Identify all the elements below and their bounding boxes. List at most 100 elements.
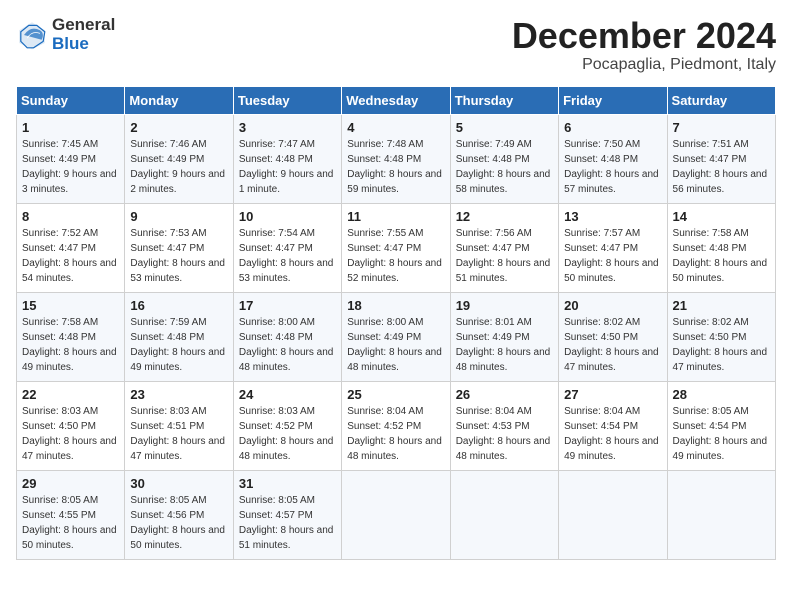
day-number: 5: [456, 120, 553, 135]
day-detail: Sunrise: 7:45 AMSunset: 4:49 PMDaylight:…: [22, 137, 119, 197]
day-number: 22: [22, 387, 119, 402]
day-detail: Sunrise: 8:04 AMSunset: 4:53 PMDaylight:…: [456, 404, 553, 464]
calendar-body: 1 Sunrise: 7:45 AMSunset: 4:49 PMDaylight…: [17, 114, 776, 559]
day-number: 8: [22, 209, 119, 224]
day-number: 1: [22, 120, 119, 135]
day-number: 4: [347, 120, 444, 135]
calendar-cell: 26 Sunrise: 8:04 AMSunset: 4:53 PMDayligh…: [450, 381, 558, 470]
day-detail: Sunrise: 7:50 AMSunset: 4:48 PMDaylight:…: [564, 137, 661, 197]
day-detail: Sunrise: 7:55 AMSunset: 4:47 PMDaylight:…: [347, 226, 444, 286]
day-number: 11: [347, 209, 444, 224]
calendar-cell: [667, 470, 775, 559]
calendar-cell: 7Sunrise: 7:51 AMSunset: 4:47 PMDaylight…: [667, 114, 775, 203]
day-detail: Sunrise: 7:59 AMSunset: 4:48 PMDaylight:…: [130, 315, 227, 375]
calendar-cell: 31Sunrise: 8:05 AMSunset: 4:57 PMDayligh…: [233, 470, 341, 559]
calendar-cell: 21Sunrise: 8:02 AMSunset: 4:50 PMDayligh…: [667, 292, 775, 381]
calendar-cell: 28 Sunrise: 8:05 AMSunset: 4:54 PMDayligh…: [667, 381, 775, 470]
day-detail: Sunrise: 7:48 AMSunset: 4:48 PMDaylight:…: [347, 137, 444, 197]
day-number: 24: [239, 387, 336, 402]
calendar-week-row: 22 Sunrise: 8:03 AMSunset: 4:50 PMDayligh…: [17, 381, 776, 470]
calendar-cell: 16 Sunrise: 7:59 AMSunset: 4:48 PMDayligh…: [125, 292, 233, 381]
day-detail: Sunrise: 7:52 AMSunset: 4:47 PMDaylight:…: [22, 226, 119, 286]
location-subtitle: Pocapaglia, Piedmont, Italy: [512, 56, 776, 74]
calendar-cell: 3Sunrise: 7:47 AMSunset: 4:48 PMDaylight…: [233, 114, 341, 203]
day-detail: Sunrise: 8:03 AMSunset: 4:52 PMDaylight:…: [239, 404, 336, 464]
day-number: 26: [456, 387, 553, 402]
calendar-cell: 6 Sunrise: 7:50 AMSunset: 4:48 PMDaylight…: [559, 114, 667, 203]
day-number: 18: [347, 298, 444, 313]
calendar-cell: 5Sunrise: 7:49 AMSunset: 4:48 PMDaylight…: [450, 114, 558, 203]
day-detail: Sunrise: 7:53 AMSunset: 4:47 PMDaylight:…: [130, 226, 227, 286]
page-header: General Blue December 2024 Pocapaglia, P…: [16, 16, 776, 74]
calendar-cell: 13 Sunrise: 7:57 AMSunset: 4:47 PMDayligh…: [559, 203, 667, 292]
calendar-cell: 23 Sunrise: 8:03 AMSunset: 4:51 PMDayligh…: [125, 381, 233, 470]
day-number: 23: [130, 387, 227, 402]
calendar-cell: 19Sunrise: 8:01 AMSunset: 4:49 PMDayligh…: [450, 292, 558, 381]
day-number: 13: [564, 209, 661, 224]
calendar-week-row: 1 Sunrise: 7:45 AMSunset: 4:49 PMDaylight…: [17, 114, 776, 203]
calendar-cell: 18 Sunrise: 8:00 AMSunset: 4:49 PMDayligh…: [342, 292, 450, 381]
calendar-cell: 15 Sunrise: 7:58 AMSunset: 4:48 PMDayligh…: [17, 292, 125, 381]
day-number: 25: [347, 387, 444, 402]
day-detail: Sunrise: 7:56 AMSunset: 4:47 PMDaylight:…: [456, 226, 553, 286]
weekday-header-monday: Monday: [125, 86, 233, 114]
day-number: 15: [22, 298, 119, 313]
day-detail: Sunrise: 8:02 AMSunset: 4:50 PMDaylight:…: [564, 315, 661, 375]
day-detail: Sunrise: 7:58 AMSunset: 4:48 PMDaylight:…: [673, 226, 770, 286]
calendar-cell: 10Sunrise: 7:54 AMSunset: 4:47 PMDayligh…: [233, 203, 341, 292]
calendar-cell: [342, 470, 450, 559]
day-detail: Sunrise: 8:03 AMSunset: 4:51 PMDaylight:…: [130, 404, 227, 464]
logo: General Blue: [16, 16, 115, 53]
logo-text: General Blue: [52, 16, 115, 53]
calendar-cell: 27 Sunrise: 8:04 AMSunset: 4:54 PMDayligh…: [559, 381, 667, 470]
weekday-header-row: SundayMondayTuesdayWednesdayThursdayFrid…: [17, 86, 776, 114]
calendar-cell: 30 Sunrise: 8:05 AMSunset: 4:56 PMDayligh…: [125, 470, 233, 559]
day-number: 9: [130, 209, 227, 224]
weekday-header-thursday: Thursday: [450, 86, 558, 114]
day-detail: Sunrise: 7:58 AMSunset: 4:48 PMDaylight:…: [22, 315, 119, 375]
title-block: December 2024 Pocapaglia, Piedmont, Ital…: [512, 16, 776, 74]
calendar-week-row: 29Sunrise: 8:05 AMSunset: 4:55 PMDayligh…: [17, 470, 776, 559]
day-number: 28: [673, 387, 770, 402]
calendar-cell: 12 Sunrise: 7:56 AMSunset: 4:47 PMDayligh…: [450, 203, 558, 292]
day-detail: Sunrise: 8:04 AMSunset: 4:54 PMDaylight:…: [564, 404, 661, 464]
day-detail: Sunrise: 8:04 AMSunset: 4:52 PMDaylight:…: [347, 404, 444, 464]
logo-icon: [16, 19, 48, 51]
day-detail: Sunrise: 8:05 AMSunset: 4:56 PMDaylight:…: [130, 493, 227, 553]
day-number: 27: [564, 387, 661, 402]
calendar-cell: 20 Sunrise: 8:02 AMSunset: 4:50 PMDayligh…: [559, 292, 667, 381]
day-detail: Sunrise: 8:00 AMSunset: 4:48 PMDaylight:…: [239, 315, 336, 375]
weekday-header-saturday: Saturday: [667, 86, 775, 114]
day-number: 16: [130, 298, 227, 313]
month-title: December 2024: [512, 16, 776, 56]
weekday-header-sunday: Sunday: [17, 86, 125, 114]
day-number: 20: [564, 298, 661, 313]
calendar-cell: 17Sunrise: 8:00 AMSunset: 4:48 PMDayligh…: [233, 292, 341, 381]
day-detail: Sunrise: 7:57 AMSunset: 4:47 PMDaylight:…: [564, 226, 661, 286]
weekday-header-wednesday: Wednesday: [342, 86, 450, 114]
calendar-cell: 24 Sunrise: 8:03 AMSunset: 4:52 PMDayligh…: [233, 381, 341, 470]
day-number: 12: [456, 209, 553, 224]
calendar-cell: [559, 470, 667, 559]
calendar-cell: 8 Sunrise: 7:52 AMSunset: 4:47 PMDaylight…: [17, 203, 125, 292]
day-detail: Sunrise: 8:05 AMSunset: 4:57 PMDaylight:…: [239, 493, 336, 553]
day-detail: Sunrise: 7:47 AMSunset: 4:48 PMDaylight:…: [239, 137, 336, 197]
day-number: 30: [130, 476, 227, 491]
calendar-week-row: 8 Sunrise: 7:52 AMSunset: 4:47 PMDaylight…: [17, 203, 776, 292]
calendar-cell: 29Sunrise: 8:05 AMSunset: 4:55 PMDayligh…: [17, 470, 125, 559]
day-number: 21: [673, 298, 770, 313]
day-detail: Sunrise: 8:05 AMSunset: 4:54 PMDaylight:…: [673, 404, 770, 464]
day-detail: Sunrise: 7:46 AMSunset: 4:49 PMDaylight:…: [130, 137, 227, 197]
day-detail: Sunrise: 8:00 AMSunset: 4:49 PMDaylight:…: [347, 315, 444, 375]
calendar-week-row: 15 Sunrise: 7:58 AMSunset: 4:48 PMDayligh…: [17, 292, 776, 381]
calendar-cell: 11 Sunrise: 7:55 AMSunset: 4:47 PMDayligh…: [342, 203, 450, 292]
day-detail: Sunrise: 7:54 AMSunset: 4:47 PMDaylight:…: [239, 226, 336, 286]
day-number: 6: [564, 120, 661, 135]
calendar-cell: [450, 470, 558, 559]
weekday-header-tuesday: Tuesday: [233, 86, 341, 114]
day-detail: Sunrise: 8:05 AMSunset: 4:55 PMDaylight:…: [22, 493, 119, 553]
calendar-cell: 1 Sunrise: 7:45 AMSunset: 4:49 PMDaylight…: [17, 114, 125, 203]
day-detail: Sunrise: 8:03 AMSunset: 4:50 PMDaylight:…: [22, 404, 119, 464]
day-detail: Sunrise: 7:51 AMSunset: 4:47 PMDaylight:…: [673, 137, 770, 197]
day-detail: Sunrise: 8:01 AMSunset: 4:49 PMDaylight:…: [456, 315, 553, 375]
